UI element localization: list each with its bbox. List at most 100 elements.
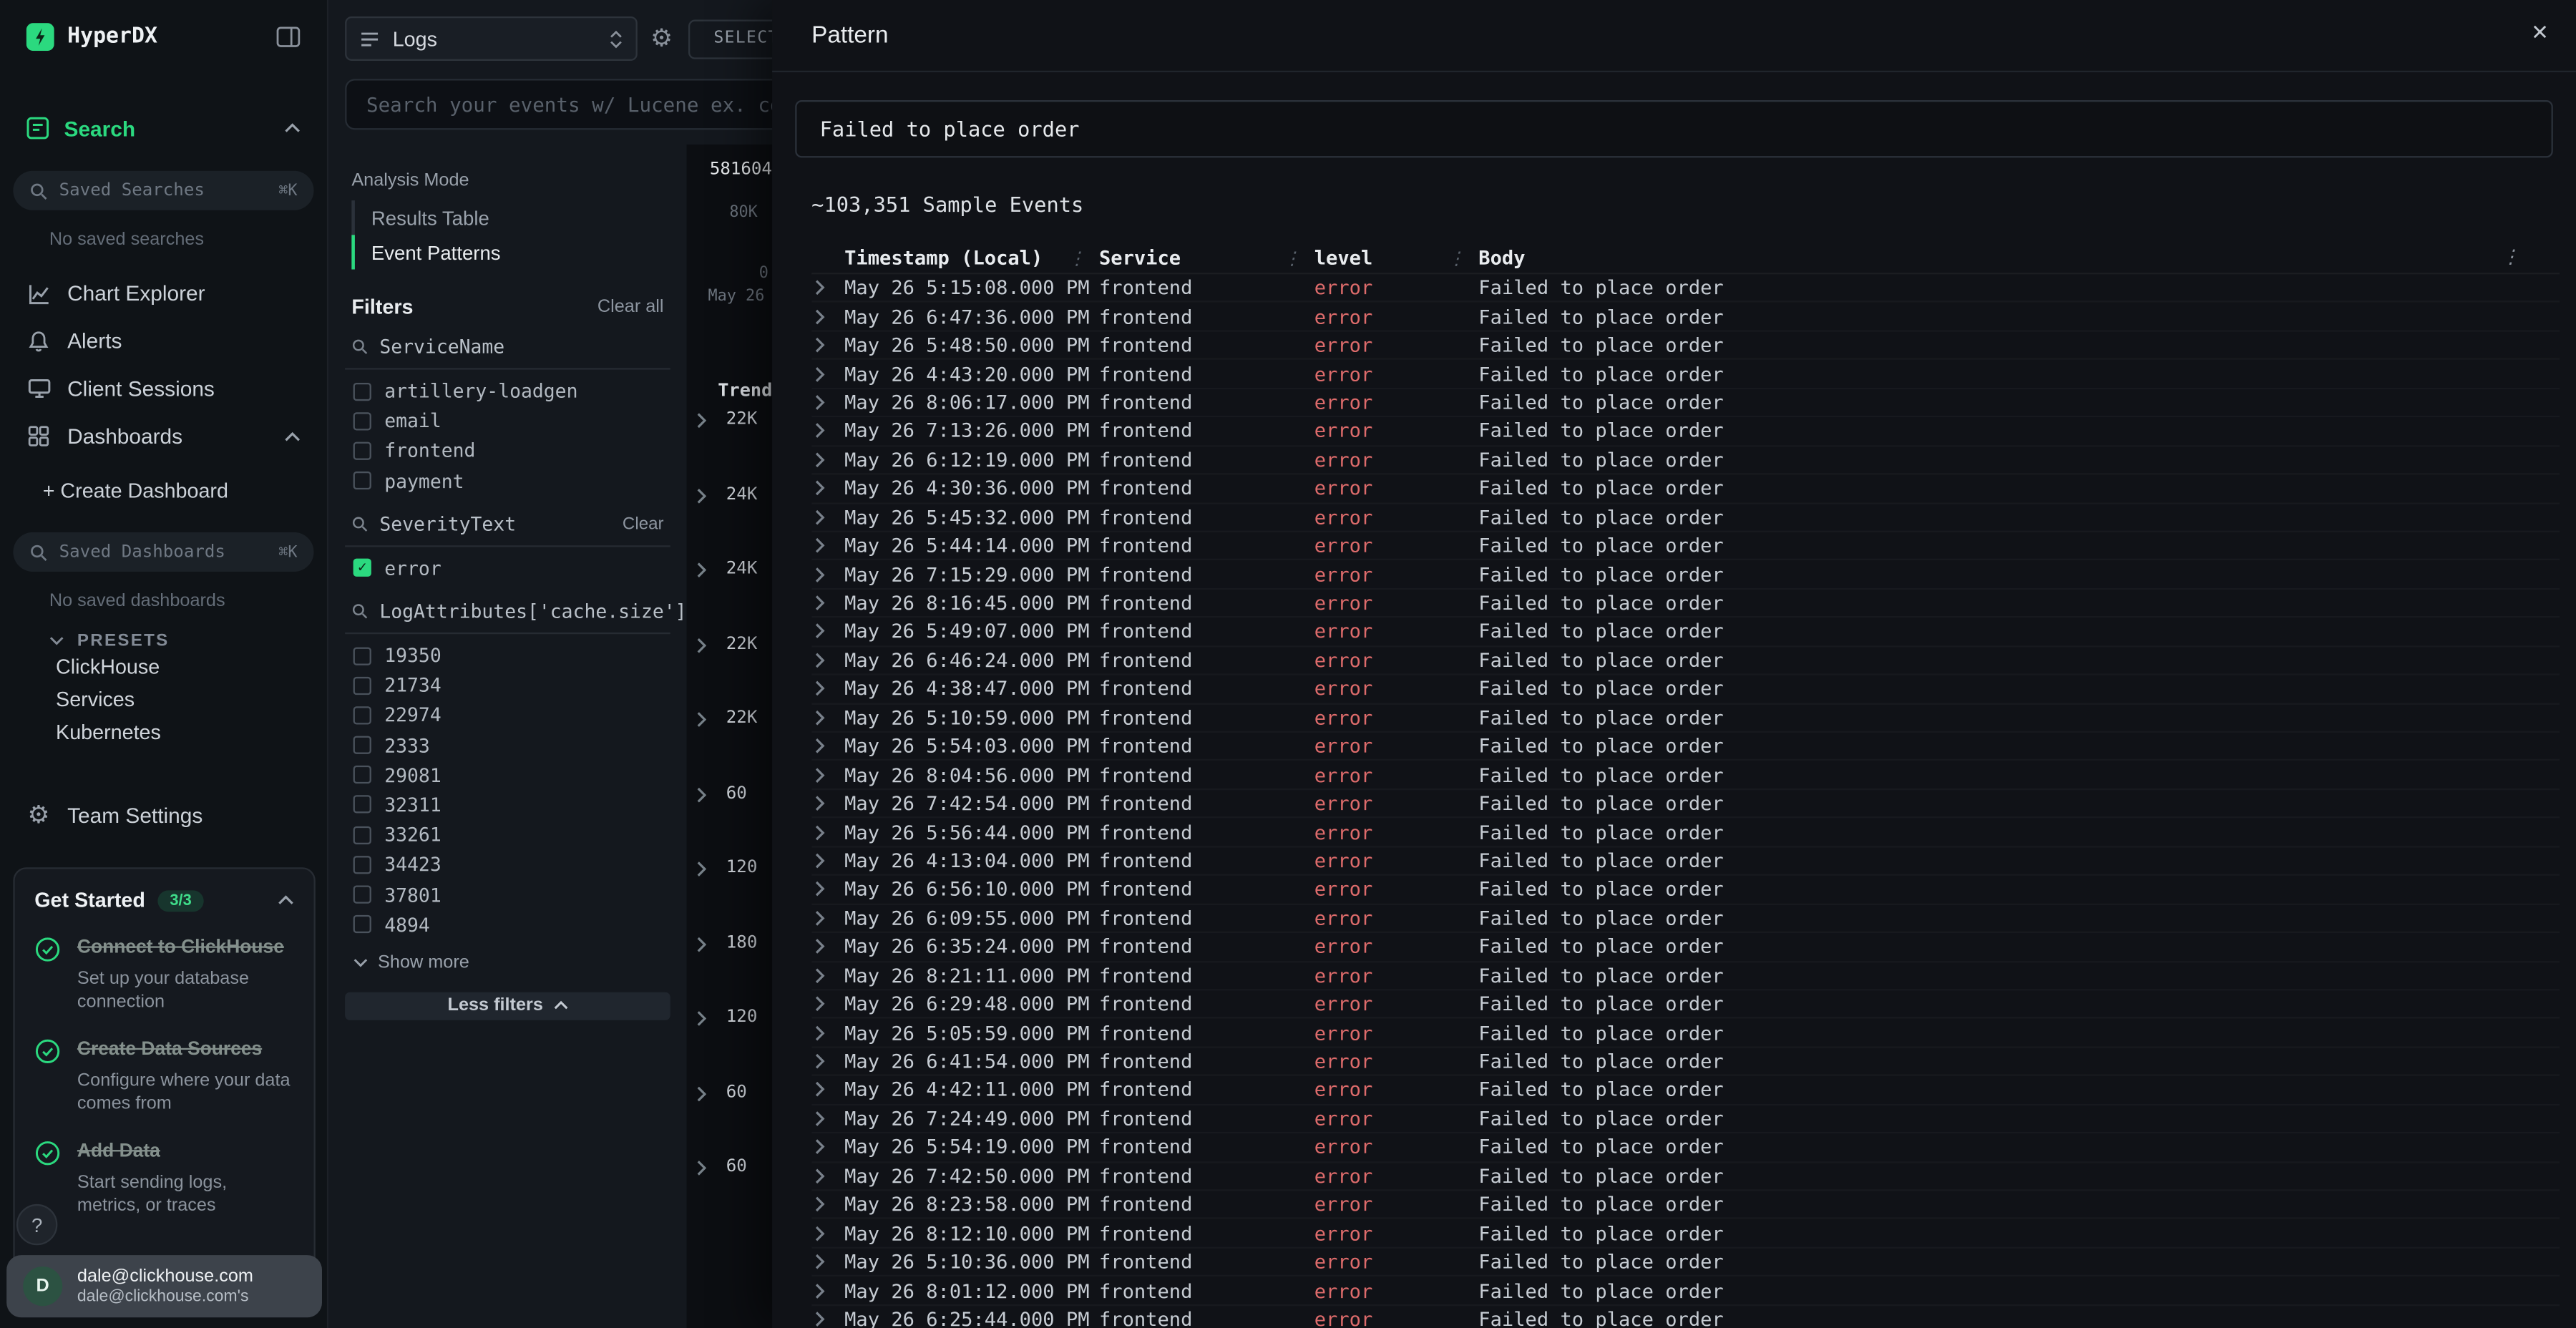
sidebar-item-alerts[interactable]: Alerts	[0, 317, 327, 365]
table-row[interactable]: May 26 5:05:59.000 PM frontend error Fai…	[811, 1019, 2560, 1048]
chevron-right-icon[interactable]	[811, 1196, 844, 1213]
chevron-right-icon[interactable]	[696, 412, 706, 429]
table-row[interactable]: May 26 5:49:07.000 PM frontend error Fai…	[811, 618, 2560, 647]
filter-option[interactable]: 4894	[345, 909, 670, 939]
table-row[interactable]: May 26 5:45:32.000 PM frontend error Fai…	[811, 504, 2560, 532]
chevron-right-icon[interactable]	[811, 1082, 844, 1098]
saved-dashboards-input[interactable]: ⌘K	[13, 532, 313, 572]
chevron-right-icon[interactable]	[811, 996, 844, 1012]
table-row[interactable]: May 26 5:56:44.000 PM frontend error Fai…	[811, 819, 2560, 847]
table-row[interactable]: May 26 6:09:55.000 PM frontend error Fai…	[811, 904, 2560, 933]
chevron-right-icon[interactable]	[811, 652, 844, 668]
checkbox[interactable]	[353, 442, 371, 460]
saved-searches-field[interactable]	[59, 181, 230, 201]
chevron-right-icon[interactable]	[696, 711, 706, 728]
checkbox-checked[interactable]	[353, 559, 371, 577]
filter-option[interactable]: 29081	[345, 760, 670, 790]
chevron-right-icon[interactable]	[811, 680, 844, 697]
checkbox[interactable]	[353, 412, 371, 430]
chevron-right-icon[interactable]	[811, 1168, 844, 1184]
table-row[interactable]: May 26 6:12:19.000 PM frontend error Fai…	[811, 446, 2560, 475]
chevron-right-icon[interactable]	[696, 936, 706, 952]
table-row[interactable]: May 26 6:29:48.000 PM frontend error Fai…	[811, 990, 2560, 1019]
chevron-right-icon[interactable]	[811, 967, 844, 984]
chevron-right-icon[interactable]	[811, 308, 844, 325]
filter-option[interactable]: 32311	[345, 790, 670, 820]
gear-icon[interactable]: ⚙	[650, 26, 673, 51]
table-row[interactable]: May 26 7:24:49.000 PM frontend error Fai…	[811, 1105, 2560, 1133]
sidebar-item-client-sessions[interactable]: Client Sessions	[0, 365, 327, 413]
table-row[interactable]: May 26 5:48:50.000 PM frontend error Fai…	[811, 331, 2560, 360]
chevron-right-icon[interactable]	[811, 1311, 844, 1327]
mode-event-patterns[interactable]: Event Patterns	[351, 235, 670, 269]
chevron-right-icon[interactable]	[811, 766, 844, 783]
column-header-timestamp[interactable]: Timestamp (Local) ⋮	[844, 246, 1099, 269]
column-separator-icon[interactable]: ⋮	[1068, 250, 1085, 268]
filter-option[interactable]: 33261	[345, 820, 670, 850]
table-row[interactable]: May 26 6:25:44.000 PM frontend error Fai…	[811, 1306, 2560, 1328]
chevron-right-icon[interactable]	[811, 623, 844, 640]
help-button[interactable]: ?	[16, 1204, 57, 1245]
checkbox[interactable]	[353, 676, 371, 694]
column-header-body[interactable]: Body	[1478, 246, 2560, 269]
table-row[interactable]: May 26 7:13:26.000 PM frontend error Fai…	[811, 418, 2560, 446]
column-separator-icon[interactable]: ⋮	[1283, 250, 1301, 268]
checkbox[interactable]	[353, 382, 371, 400]
chevron-right-icon[interactable]	[811, 423, 844, 439]
table-row[interactable]: May 26 8:04:56.000 PM frontend error Fai…	[811, 761, 2560, 790]
get-started-header[interactable]: Get Started 3/3	[34, 889, 294, 912]
chevron-right-icon[interactable]	[811, 939, 844, 955]
filter-option[interactable]: 22974	[345, 700, 670, 731]
table-row[interactable]: May 26 5:15:08.000 PM frontend error Fai…	[811, 274, 2560, 303]
filter-option[interactable]: 37801	[345, 879, 670, 909]
chevron-right-icon[interactable]	[811, 366, 844, 382]
table-row[interactable]: May 26 7:42:54.000 PM frontend error Fai…	[811, 790, 2560, 819]
table-row[interactable]: May 26 5:44:14.000 PM frontend error Fai…	[811, 532, 2560, 561]
table-row[interactable]: May 26 5:54:19.000 PM frontend error Fai…	[811, 1133, 2560, 1162]
checkbox[interactable]	[353, 826, 371, 844]
chevron-right-icon[interactable]	[811, 1225, 844, 1241]
chevron-right-icon[interactable]	[811, 566, 844, 582]
column-separator-icon[interactable]: ⋮	[1448, 250, 1465, 268]
chevron-right-icon[interactable]	[696, 637, 706, 653]
preset-item[interactable]: Kubernetes	[0, 716, 327, 749]
chevron-right-icon[interactable]	[696, 487, 706, 504]
chevron-right-icon[interactable]	[811, 1053, 844, 1070]
sidebar-item-chart-explorer[interactable]: Chart Explorer	[0, 270, 327, 318]
clear-all-link[interactable]: Clear all	[597, 298, 664, 318]
chevron-right-icon[interactable]	[811, 480, 844, 497]
table-row[interactable]: May 26 5:54:03.000 PM frontend error Fai…	[811, 733, 2560, 761]
table-row[interactable]: May 26 6:35:24.000 PM frontend error Fai…	[811, 933, 2560, 962]
checkbox[interactable]	[353, 856, 371, 874]
table-row[interactable]: May 26 5:10:59.000 PM frontend error Fai…	[811, 704, 2560, 733]
close-icon[interactable]: ×	[2532, 18, 2548, 46]
sidebar-item-team-settings[interactable]: ⚙ Team Settings	[0, 792, 327, 840]
source-select[interactable]: Logs	[345, 16, 638, 61]
table-row[interactable]: May 26 8:01:12.000 PM frontend error Fai…	[811, 1277, 2560, 1306]
table-row[interactable]: May 26 8:21:11.000 PM frontend error Fai…	[811, 962, 2560, 990]
get-started-item[interactable]: Create Data Sources Configure where your…	[34, 1038, 294, 1115]
filter-option[interactable]: frontend	[345, 436, 670, 466]
table-row[interactable]: May 26 4:38:47.000 PM frontend error Fai…	[811, 675, 2560, 704]
table-row[interactable]: May 26 8:12:10.000 PM frontend error Fai…	[811, 1220, 2560, 1249]
chevron-right-icon[interactable]	[696, 1160, 706, 1176]
table-row[interactable]: May 26 6:41:54.000 PM frontend error Fai…	[811, 1048, 2560, 1076]
chevron-right-icon[interactable]	[811, 509, 844, 525]
checkbox[interactable]	[353, 472, 371, 489]
chevron-right-icon[interactable]	[811, 910, 844, 927]
preset-item[interactable]: ClickHouse	[0, 650, 327, 683]
chevron-right-icon[interactable]	[811, 709, 844, 726]
chevron-right-icon[interactable]	[811, 337, 844, 353]
sidebar-collapse-icon[interactable]	[276, 26, 301, 47]
user-menu[interactable]: D dale@clickhouse.com dale@clickhouse.co…	[6, 1255, 322, 1317]
preset-item[interactable]: Services	[0, 683, 327, 716]
table-row[interactable]: May 26 8:23:58.000 PM frontend error Fai…	[811, 1191, 2560, 1220]
chevron-right-icon[interactable]	[811, 824, 844, 840]
table-row[interactable]: May 26 7:42:50.000 PM frontend error Fai…	[811, 1162, 2560, 1191]
table-options-icon[interactable]: ⋮	[2502, 248, 2520, 267]
chevron-right-icon[interactable]	[811, 451, 844, 468]
saved-searches-input[interactable]: ⌘K	[13, 171, 313, 210]
chevron-up-icon[interactable]	[284, 431, 301, 441]
checkbox[interactable]	[353, 766, 371, 784]
column-header-service[interactable]: Service ⋮	[1099, 246, 1314, 269]
